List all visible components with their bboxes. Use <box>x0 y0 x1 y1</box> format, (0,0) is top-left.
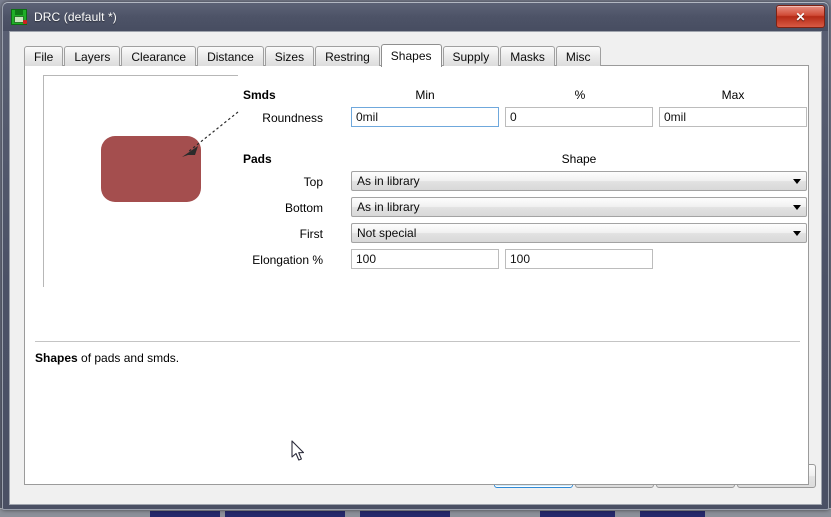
pads-first-shape-value: Not special <box>357 226 417 240</box>
pads-section-title: Pads <box>243 152 272 166</box>
roundness-label: Roundness <box>262 111 323 125</box>
tab-clearance[interactable]: Clearance <box>121 46 197 66</box>
chevron-down-icon <box>788 198 806 216</box>
pads-first-shape-select[interactable]: Not special <box>351 223 807 243</box>
shapes-tab-panel: Smds Min % Max Roundness Pads Shape Top … <box>24 65 809 485</box>
pads-first-label: First <box>299 227 323 241</box>
close-icon: ✕ <box>795 9 806 24</box>
description-divider <box>35 341 800 342</box>
dialog-client-area: File Layers Clearance Distance Sizes Res… <box>9 31 822 505</box>
tab-distance[interactable]: Distance <box>197 46 264 66</box>
elongation-value1-input[interactable] <box>351 249 499 269</box>
tab-label: Layers <box>74 49 111 64</box>
tab-label: Shapes <box>390 49 432 63</box>
tab-layers[interactable]: Layers <box>64 46 121 66</box>
tab-restring[interactable]: Restring <box>315 46 380 66</box>
tab-bar: File Layers Clearance Distance Sizes Res… <box>24 44 602 67</box>
tab-label: Restring <box>325 49 370 64</box>
pads-bottom-shape-value: As in library <box>357 200 420 214</box>
tab-file[interactable]: File <box>24 46 64 66</box>
tab-label: Supply <box>452 49 490 64</box>
tab-label: Clearance <box>131 49 187 64</box>
pads-bottom-shape-select[interactable]: As in library <box>351 197 807 217</box>
column-header-max: Max <box>721 88 745 102</box>
elongation-label: Elongation % <box>252 253 323 267</box>
tab-misc[interactable]: Misc <box>555 46 601 66</box>
tab-label: File <box>34 49 54 64</box>
title-bar[interactable]: DRC (default *) ✕ <box>3 3 828 31</box>
column-header-percent: % <box>574 88 586 102</box>
window-title: DRC (default *) <box>34 10 117 24</box>
smds-section-title: Smds <box>243 88 276 102</box>
column-header-shape: Shape <box>561 152 597 166</box>
screen: DRC (default *) ✕ File Layers Clearance … <box>0 0 831 517</box>
drc-floppy-icon <box>11 9 27 25</box>
roundness-percent-input[interactable] <box>505 107 653 127</box>
pads-top-label: Top <box>303 175 323 189</box>
close-button[interactable]: ✕ <box>776 5 825 28</box>
description-text: Shapes of pads and smds. <box>35 351 179 365</box>
shapes-form: Smds Min % Max Roundness Pads Shape Top … <box>25 66 808 484</box>
pads-top-shape-select[interactable]: As in library <box>351 171 807 191</box>
description-bold: Shapes <box>35 351 78 365</box>
pads-bottom-label: Bottom <box>284 201 323 215</box>
pads-top-shape-value: As in library <box>357 174 420 188</box>
tab-label: Distance <box>207 49 254 64</box>
roundness-max-input[interactable] <box>659 107 807 127</box>
tab-supply[interactable]: Supply <box>442 46 500 66</box>
tab-label: Sizes <box>274 49 305 64</box>
elongation-value2-input[interactable] <box>505 249 653 269</box>
drc-dialog-window: DRC (default *) ✕ File Layers Clearance … <box>2 2 829 510</box>
tab-label: Masks <box>510 49 545 64</box>
tab-label: Misc <box>565 49 591 64</box>
roundness-min-input[interactable] <box>351 107 499 127</box>
tab-shapes[interactable]: Shapes <box>380 44 442 67</box>
chevron-down-icon <box>788 224 806 242</box>
column-header-min: Min <box>415 88 435 102</box>
chevron-down-icon <box>788 172 806 190</box>
tab-masks[interactable]: Masks <box>500 46 555 66</box>
tab-sizes[interactable]: Sizes <box>264 46 315 66</box>
description-rest: of pads and smds. <box>77 351 180 365</box>
